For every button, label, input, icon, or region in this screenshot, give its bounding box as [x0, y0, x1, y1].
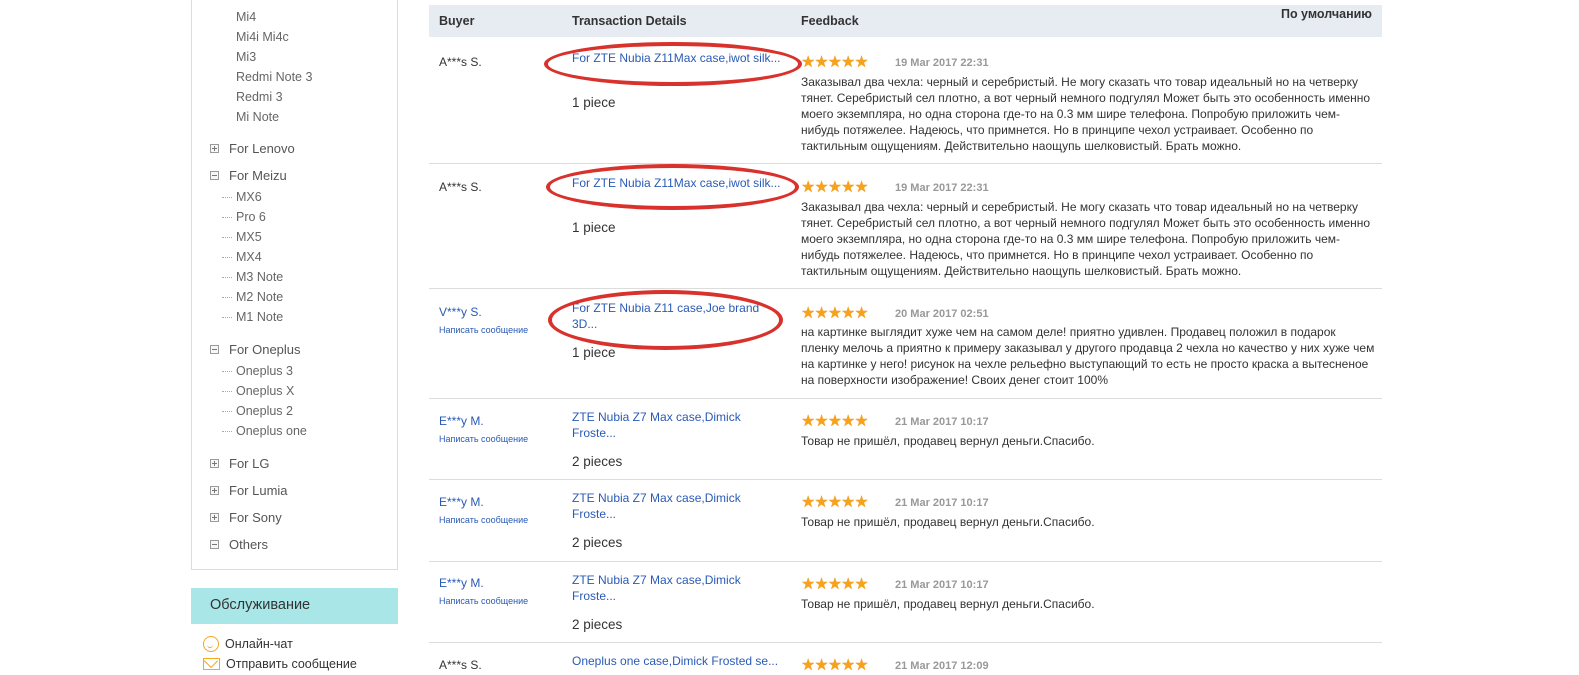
product-link[interactable]: ZTE Nubia Z7 Max case,Dimick Froste... — [572, 409, 752, 441]
sidebar-sub-redmi-note-3[interactable]: Redmi Note 3 — [236, 67, 312, 87]
buyer-cell: E***y M. Написать сообщение — [439, 414, 528, 444]
feedback-date: 19 Mar 2017 22:31 — [895, 57, 989, 69]
chat-icon — [203, 636, 219, 652]
quantity: 1 piece — [572, 95, 616, 110]
expand-icon[interactable] — [210, 144, 219, 153]
feedback-text: Товар не пришёл, продавец вернул деньги.… — [801, 597, 1095, 611]
buyer-cell: E***y M. Написать сообщение — [439, 495, 528, 525]
rating-stars: ★★★★★ — [801, 494, 869, 511]
rating-stars: ★★★★★ — [801, 54, 869, 71]
sidebar-group-others[interactable]: Others — [210, 537, 268, 552]
buyer-name[interactable]: V***y S. — [439, 305, 528, 319]
buyer-cell: A***s S. — [439, 55, 482, 69]
online-chat-link[interactable]: Онлайн-чат — [203, 636, 293, 652]
table-row: E***y M. Написать сообщение ZTE Nubia Z7… — [429, 562, 1382, 643]
sidebar-sub-mx6[interactable]: MX6 — [222, 190, 262, 204]
rating-stars: ★★★★★ — [801, 576, 869, 593]
col-buyer: Buyer — [439, 14, 475, 28]
sidebar-sub-m1-note[interactable]: M1 Note — [222, 310, 283, 324]
rating-stars: ★★★★★ — [801, 305, 869, 322]
buyer-cell: A***s S. — [439, 180, 482, 194]
product-link[interactable]: ZTE Nubia Z7 Max case,Dimick Froste... — [572, 572, 752, 604]
service-header: Обслуживание — [191, 588, 398, 624]
sort-dropdown[interactable]: По умолчанию — [1281, 7, 1372, 21]
expand-icon[interactable] — [210, 459, 219, 468]
table-row: A***s S. Oneplus one case,Dimick Frosted… — [429, 643, 1382, 674]
expand-icon[interactable] — [210, 513, 219, 522]
buyer-name[interactable]: E***y M. — [439, 414, 528, 428]
feedback-date: 21 Mar 2017 10:17 — [895, 416, 989, 428]
quantity: 2 pieces — [572, 535, 623, 550]
sidebar-sub-redmi-3[interactable]: Redmi 3 — [236, 87, 283, 107]
buyer-name[interactable]: E***y M. — [439, 576, 528, 590]
sidebar-sub-mx5[interactable]: MX5 — [222, 230, 262, 244]
write-message-link[interactable]: Написать сообщение — [439, 325, 528, 335]
feedback-date: 19 Mar 2017 22:31 — [895, 182, 989, 194]
buyer-cell: E***y M. Написать сообщение — [439, 576, 528, 606]
collapse-icon[interactable] — [210, 171, 219, 180]
quantity: 1 piece — [572, 220, 616, 235]
product-link[interactable]: Oneplus one case,Dimick Frosted se... — [572, 653, 787, 669]
sidebar-sub-oneplus-x[interactable]: Oneplus X — [222, 384, 294, 398]
sidebar-group-sony[interactable]: For Sony — [210, 510, 282, 525]
col-transaction-details: Transaction Details — [572, 14, 687, 28]
sidebar-sub-oneplus-3[interactable]: Oneplus 3 — [222, 364, 293, 378]
table-row: E***y M. Написать сообщение ZTE Nubia Z7… — [429, 399, 1382, 480]
product-link[interactable]: ZTE Nubia Z7 Max case,Dimick Froste... — [572, 490, 752, 522]
sidebar-sub-mx4[interactable]: MX4 — [222, 250, 262, 264]
feedback-text: на картинке выглядит хуже чем на самом д… — [801, 325, 1375, 387]
buyer-name[interactable]: E***y M. — [439, 495, 528, 509]
quantity: 2 pieces — [572, 617, 623, 632]
sidebar-group-lenovo[interactable]: For Lenovo — [210, 141, 295, 156]
write-message-link[interactable]: Написать сообщение — [439, 434, 528, 444]
sidebar-sub-mi4i[interactable]: Mi4i Mi4c — [236, 27, 289, 47]
feedback-date: 21 Mar 2017 10:17 — [895, 497, 989, 509]
rating-stars: ★★★★★ — [801, 179, 869, 196]
mail-icon — [203, 658, 220, 670]
sidebar-group-oneplus[interactable]: For Oneplus — [210, 342, 301, 357]
sidebar-sub-m3-note[interactable]: M3 Note — [222, 270, 283, 284]
rating-stars: ★★★★★ — [801, 413, 869, 430]
sidebar-group-meizu[interactable]: For Meizu — [210, 168, 287, 183]
sidebar-sub-pro6[interactable]: Pro 6 — [222, 210, 266, 224]
feedback-text: Заказывал два чехла: черный и серебристы… — [801, 75, 1371, 153]
feedback-table-header: Buyer Transaction Details Feedback По ум… — [429, 5, 1382, 37]
feedback-date: 21 Mar 2017 12:09 — [895, 660, 989, 672]
sidebar-group-lg[interactable]: For LG — [210, 456, 269, 471]
feedback-date: 21 Mar 2017 10:17 — [895, 579, 989, 591]
sidebar-sub-oneplus-one[interactable]: Oneplus one — [222, 424, 307, 438]
feedback-text: Товар не пришёл, продавец вернул деньги.… — [801, 434, 1095, 448]
quantity: 2 pieces — [572, 454, 623, 469]
buyer-cell: V***y S. Написать сообщение — [439, 305, 528, 335]
collapse-icon[interactable] — [210, 540, 219, 549]
feedback-text: Товар не пришёл, продавец вернул деньги.… — [801, 515, 1095, 529]
expand-icon[interactable] — [210, 486, 219, 495]
sidebar-sub-mi4[interactable]: Mi4 — [236, 7, 256, 27]
highlight-oval — [546, 164, 799, 210]
highlight-oval — [544, 42, 802, 86]
sidebar-group-lumia[interactable]: For Lumia — [210, 483, 288, 498]
collapse-icon[interactable] — [210, 345, 219, 354]
sidebar-sub-mi3[interactable]: Mi3 — [236, 47, 256, 67]
sidebar-sub-m2-note[interactable]: M2 Note — [222, 290, 283, 304]
feedback-text: Заказывал два чехла: черный и серебристы… — [801, 200, 1371, 278]
quantity: 1 piece — [572, 345, 616, 360]
sidebar-sub-oneplus-2[interactable]: Oneplus 2 — [222, 404, 293, 418]
table-row: E***y M. Написать сообщение ZTE Nubia Z7… — [429, 480, 1382, 562]
highlight-oval — [548, 290, 783, 350]
rating-stars: ★★★★★ — [801, 657, 869, 674]
sidebar-sub-mi-note[interactable]: Mi Note — [236, 107, 279, 127]
send-message-link[interactable]: Отправить сообщение — [203, 657, 357, 671]
col-feedback: Feedback — [801, 14, 859, 28]
buyer-cell: A***s S. — [439, 658, 482, 672]
write-message-link[interactable]: Написать сообщение — [439, 515, 528, 525]
write-message-link[interactable]: Написать сообщение — [439, 596, 528, 606]
feedback-date: 20 Mar 2017 02:51 — [895, 308, 989, 320]
